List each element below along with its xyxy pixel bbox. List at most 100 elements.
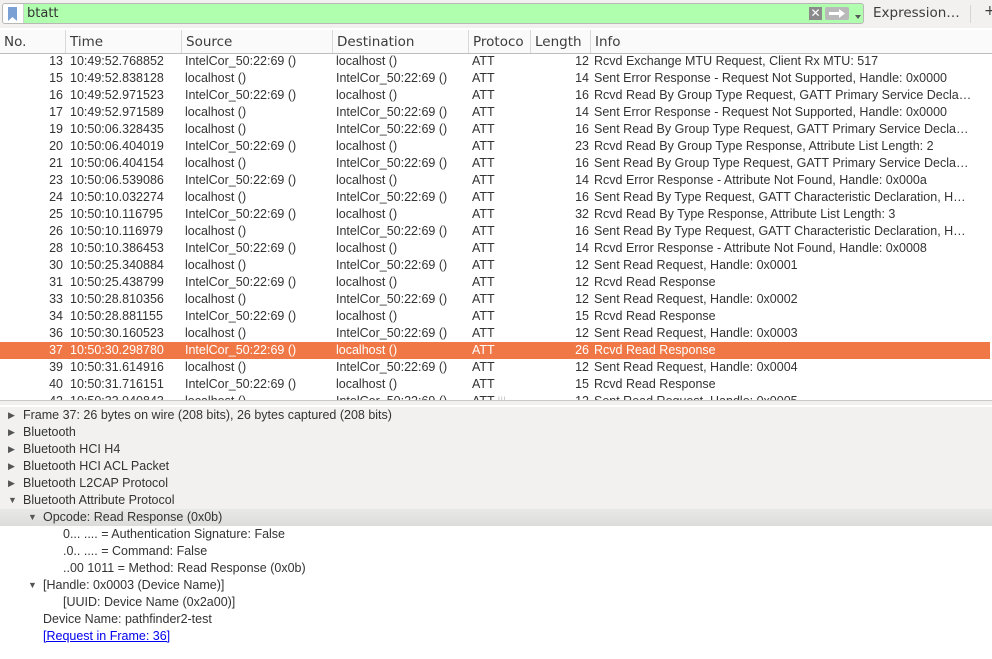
cell-info: Sent Read By Group Type Request, GATT Pr…	[594, 156, 969, 170]
cell-info: Rcvd Read Response	[594, 309, 716, 323]
packet-row[interactable]: 33 10:50:28.810356 localhost () IntelCor_50…	[0, 291, 990, 308]
packet-row[interactable]: 15 10:49:52.838128 localhost () IntelCor_50…	[0, 70, 990, 87]
cell-protocol: ATT	[472, 326, 495, 340]
clear-filter-button[interactable]: ✕	[809, 7, 822, 20]
packet-row[interactable]: 28 10:50:10.386453 IntelCor_50:22:69 () loc…	[0, 240, 990, 257]
packet-row[interactable]: 21 10:50:06.404154 localhost () IntelCor_50…	[0, 155, 990, 172]
pane-splitter[interactable]	[0, 401, 992, 405]
packet-row[interactable]: 20 10:50:06.404019 IntelCor_50:22:69 () loc…	[0, 138, 990, 155]
cell-protocol: ATT	[472, 343, 495, 357]
filter-input[interactable]	[27, 5, 787, 22]
cell-source: IntelCor_50:22:69 ()	[185, 377, 297, 391]
packet-row[interactable]: 24 10:50:10.032274 localhost () IntelCor_50…	[0, 189, 990, 206]
column-header-info[interactable]: Info	[591, 30, 992, 53]
cell-length: 12	[575, 326, 589, 340]
tree-item[interactable]: ▶ Bluetooth HCI ACL Packet	[0, 458, 992, 475]
collapsed-arrow-icon[interactable]: ▶	[8, 407, 18, 424]
tree-item[interactable]: ▶ Bluetooth HCI H4	[0, 441, 992, 458]
packet-row[interactable]: 17 10:49:52.971589 localhost () IntelCor_50…	[0, 104, 990, 121]
collapsed-arrow-icon[interactable]: ▶	[8, 458, 18, 475]
cell-time: 10:50:28.810356	[70, 292, 164, 306]
packet-row[interactable]: 13 10:49:52.768852 IntelCor_50:22:69 () loc…	[0, 53, 990, 70]
tree-item[interactable]: [UUID: Device Name (0x2a00)]	[0, 594, 992, 611]
cell-length: 12	[575, 275, 589, 289]
cell-protocol: ATT	[472, 309, 495, 323]
cell-no: 34	[49, 309, 63, 323]
cell-source: localhost ()	[185, 292, 247, 306]
tree-item[interactable]: ▶ Frame 37: 26 bytes on wire (208 bits), …	[0, 407, 992, 424]
cell-info: Sent Read Request, Handle: 0x0003	[594, 326, 798, 340]
column-header-no[interactable]: No.	[0, 30, 66, 53]
clear-icon: ✕	[810, 6, 821, 20]
cell-destination: localhost ()	[336, 139, 398, 153]
cell-source: IntelCor_50:22:69 ()	[185, 241, 297, 255]
expression-button[interactable]: Expression…	[873, 5, 960, 21]
packet-row[interactable]: 34 10:50:28.881155 IntelCor_50:22:69 () loc…	[0, 308, 990, 325]
packet-row[interactable]: 23 10:50:06.539086 IntelCor_50:22:69 () loc…	[0, 172, 990, 189]
cell-source: localhost ()	[185, 258, 247, 272]
recent-filters-dropdown[interactable]	[854, 9, 862, 19]
packet-row-selected[interactable]: 37 10:50:30.298780 IntelCor_50:22:69 () loc…	[0, 342, 990, 359]
tree-item[interactable]: ▼ Opcode: Read Response (0x0b)	[0, 509, 992, 526]
collapsed-arrow-icon[interactable]: ▶	[8, 424, 18, 441]
cell-source: IntelCor_50:22:69 ()	[185, 207, 297, 221]
packet-row[interactable]: 39 10:50:31.614916 localhost () IntelCor_50…	[0, 359, 990, 376]
tree-item[interactable]: ▶ Bluetooth	[0, 424, 992, 441]
cell-source: IntelCor_50:22:69 ()	[185, 309, 297, 323]
cell-protocol: ATT	[472, 258, 495, 272]
cell-no: 30	[49, 258, 63, 272]
tree-item[interactable]: ▼ Bluetooth Attribute Protocol	[0, 492, 992, 509]
packet-row[interactable]: 30 10:50:25.340884 localhost () IntelCor_50…	[0, 257, 990, 274]
cell-info: Sent Read Request, Handle: 0x0004	[594, 360, 798, 374]
packet-row[interactable]: 42 10:50:33.940843 localhost () IntelCor_50…	[0, 393, 990, 400]
cell-length: 16	[575, 122, 589, 136]
add-filter-button[interactable]: +	[984, 3, 992, 19]
packet-row[interactable]: 16 10:49:52.971523 IntelCor_50:22:69 () loc…	[0, 87, 990, 104]
expanded-arrow-icon[interactable]: ▼	[8, 492, 18, 509]
display-filter-toolbar: ✕ Expression… +	[0, 0, 992, 28]
column-header-length[interactable]: Length	[531, 30, 591, 53]
packet-row[interactable]: 26 10:50:10.116979 localhost () IntelCor_50…	[0, 223, 990, 240]
tree-item-label[interactable]: [Request in Frame: 36]	[43, 628, 170, 645]
filter-bookmark-button[interactable]	[3, 4, 24, 23]
cell-source: localhost ()	[185, 326, 247, 340]
column-header-destination[interactable]: Destination	[333, 30, 469, 53]
cell-source: localhost ()	[185, 71, 247, 85]
expanded-arrow-icon[interactable]: ▼	[28, 509, 38, 526]
cell-source: localhost ()	[185, 224, 247, 238]
cell-destination: IntelCor_50:22:69 ()	[336, 122, 448, 136]
column-header-time[interactable]: Time	[66, 30, 182, 53]
tree-item[interactable]: 0... .... = Authentication Signature: Fa…	[0, 526, 992, 543]
collapsed-arrow-icon[interactable]: ▶	[8, 475, 18, 492]
cell-info: Rcvd Error Response - Attribute Not Foun…	[594, 241, 927, 255]
column-header-protocol[interactable]: Protoco	[469, 30, 531, 53]
packet-row[interactable]: 31 10:50:25.438799 IntelCor_50:22:69 () loc…	[0, 274, 990, 291]
tree-item[interactable]: .0.. .... = Command: False	[0, 543, 992, 560]
cell-no: 23	[49, 173, 63, 187]
packet-row[interactable]: 36 10:50:30.160523 localhost () IntelCor_50…	[0, 325, 990, 342]
cell-no: 19	[49, 122, 63, 136]
tree-item[interactable]: Device Name: pathfinder2-test	[0, 611, 992, 628]
tree-item[interactable]: ..00 1011 = Method: Read Response (0x0b)	[0, 560, 992, 577]
tree-link-request-frame[interactable]: [Request in Frame: 36]	[0, 628, 992, 645]
cell-info: Rcvd Read By Group Type Request, GATT Pr…	[594, 88, 972, 102]
tree-item-label: [Handle: 0x0003 (Device Name)]	[43, 578, 225, 592]
collapsed-arrow-icon[interactable]: ▶	[8, 441, 18, 458]
packet-list[interactable]: No. Time Source Destination Protoco Leng…	[0, 28, 992, 401]
packet-details-pane[interactable]: ▶ Frame 37: 26 bytes on wire (208 bits), …	[0, 401, 992, 659]
cell-protocol: ATT	[472, 207, 495, 221]
display-filter-field[interactable]: ✕	[2, 3, 864, 24]
tree-item[interactable]: ▶ Bluetooth L2CAP Protocol	[0, 475, 992, 492]
cell-no: 33	[49, 292, 63, 306]
packet-row[interactable]: 25 10:50:10.116795 IntelCor_50:22:69 () loc…	[0, 206, 990, 223]
packet-row[interactable]: 19 10:50:06.328435 localhost () IntelCor_50…	[0, 121, 990, 138]
apply-filter-button[interactable]	[825, 7, 849, 20]
cell-protocol: ATT	[472, 241, 495, 255]
chevron-down-icon	[854, 9, 862, 23]
column-header-source[interactable]: Source	[182, 30, 333, 53]
expanded-arrow-icon[interactable]: ▼	[28, 577, 38, 594]
packet-row[interactable]: 40 10:50:31.716151 IntelCor_50:22:69 () loc…	[0, 376, 990, 393]
cell-source: localhost ()	[185, 156, 247, 170]
tree-item[interactable]: ▼ [Handle: 0x0003 (Device Name)]	[0, 577, 992, 594]
cell-destination: localhost ()	[336, 377, 398, 391]
